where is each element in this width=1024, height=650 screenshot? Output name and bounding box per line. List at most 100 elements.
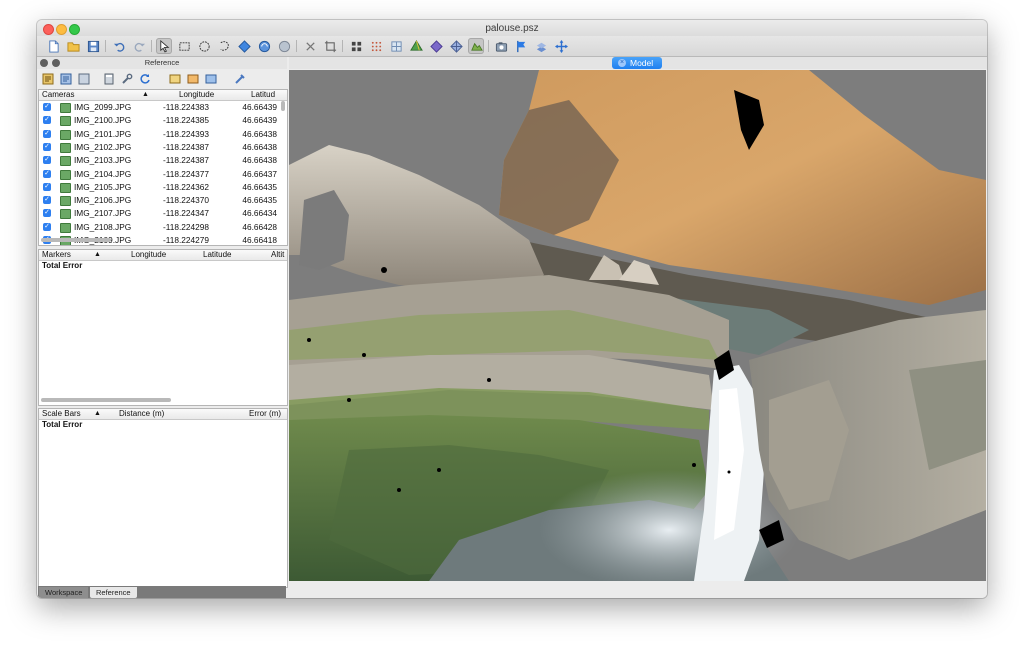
camera-longitude: -118.224387 xyxy=(163,155,209,166)
table-row[interactable]: ✓ IMG_2101.JPG -118.224393 46.66438 xyxy=(39,128,279,141)
dense-cloud-icon[interactable] xyxy=(388,38,404,54)
camera-latitude: 46.66437 xyxy=(242,168,277,179)
camera-enabled-checkbox[interactable]: ✓ xyxy=(43,129,51,138)
status-bar xyxy=(289,581,987,598)
table-row[interactable]: ✓ IMG_2107.JPG -118.224347 46.66434 xyxy=(39,207,279,220)
camera-enabled-checkbox[interactable]: ✓ xyxy=(43,103,51,111)
float-pane-icon[interactable] xyxy=(52,59,60,67)
update-icon[interactable] xyxy=(138,72,152,86)
navigation-cursor-icon[interactable] xyxy=(156,38,172,54)
undo-icon[interactable] xyxy=(111,38,127,54)
point-cloud-icon[interactable] xyxy=(368,38,384,54)
tab-workspace[interactable]: Workspace xyxy=(39,587,89,598)
col-longitude[interactable]: Longitude xyxy=(179,90,214,100)
rotate-object-icon[interactable] xyxy=(256,38,272,54)
col-scale-bars[interactable]: Scale Bars xyxy=(42,409,81,419)
table-row[interactable]: ✓ IMG_2100.JPG -118.224385 46.66439 xyxy=(39,114,279,127)
camera-icon xyxy=(60,156,71,167)
camera-enabled-checkbox[interactable]: ✓ xyxy=(43,209,51,218)
wrench-icon[interactable] xyxy=(120,72,134,86)
camera-enabled-checkbox[interactable]: ✓ xyxy=(43,156,51,165)
table-row[interactable]: ✓ IMG_2108.JPG -118.224298 46.66428 xyxy=(39,221,279,234)
circle-selection-icon[interactable] xyxy=(196,38,212,54)
camera-enabled-checkbox[interactable]: ✓ xyxy=(43,116,51,125)
camera-icon xyxy=(60,116,71,127)
camera-longitude: -118.224377 xyxy=(163,168,209,179)
sort-ascending-icon: ▲ xyxy=(94,410,101,417)
rectangle-selection-icon[interactable] xyxy=(176,38,192,54)
sort-ascending-icon: ▲ xyxy=(94,251,101,258)
camera-enabled-checkbox[interactable]: ✓ xyxy=(43,222,51,231)
cameras-vertical-scrollbar[interactable] xyxy=(281,101,285,111)
capture-view-icon[interactable] xyxy=(493,38,509,54)
table-row[interactable]: ✓ IMG_2099.JPG -118.224383 46.66439 xyxy=(39,101,279,114)
table-row[interactable]: ✓ IMG_2102.JPG -118.224387 46.66438 xyxy=(39,141,279,154)
camera-longitude: -118.224387 xyxy=(163,141,209,152)
reset-view-icon[interactable] xyxy=(553,38,569,54)
table-row[interactable]: ✓ IMG_2106.JPG -118.224370 46.66435 xyxy=(39,194,279,207)
reference-pane-header: Reference xyxy=(37,57,287,69)
col-error[interactable]: Error (m) xyxy=(249,409,281,419)
col-marker-altitude[interactable]: Altit xyxy=(271,250,284,260)
camera-enabled-checkbox[interactable]: ✓ xyxy=(43,196,51,205)
close-tab-icon[interactable]: × xyxy=(618,59,626,67)
save-icon[interactable] xyxy=(85,38,101,54)
col-latitude[interactable]: Latitud xyxy=(251,90,275,100)
table-row[interactable]: ✓ IMG_2105.JPG -118.224362 46.66435 xyxy=(39,181,279,194)
col-cameras[interactable]: Cameras xyxy=(42,90,74,100)
col-distance[interactable]: Distance (m) xyxy=(119,409,164,419)
camera-latitude: 46.66428 xyxy=(242,221,277,232)
close-window-button[interactable] xyxy=(43,24,54,35)
camera-enabled-checkbox[interactable]: ✓ xyxy=(43,142,51,151)
settings-icon[interactable] xyxy=(233,72,247,86)
camera-name: IMG_2107.JPG xyxy=(74,208,132,219)
view-variance-icon[interactable] xyxy=(204,72,218,86)
camera-latitude: 46.66438 xyxy=(242,141,277,152)
model-wireframe-icon[interactable] xyxy=(448,38,464,54)
reference-pane-title: Reference xyxy=(144,58,180,67)
export-reference-icon[interactable] xyxy=(59,72,73,86)
tab-model[interactable]: × Model xyxy=(612,57,662,69)
free-form-selection-icon[interactable] xyxy=(216,38,232,54)
model-solid-icon[interactable] xyxy=(408,38,424,54)
col-marker-latitude[interactable]: Latitude xyxy=(203,250,231,260)
delete-selection-icon[interactable] xyxy=(302,38,318,54)
model-tab-label: Model xyxy=(630,58,654,68)
camera-latitude: 46.66434 xyxy=(242,208,277,219)
show-region-icon[interactable] xyxy=(533,38,549,54)
crop-selection-icon[interactable] xyxy=(322,38,338,54)
col-markers[interactable]: Markers xyxy=(42,250,71,260)
pane-tabs: Workspace Reference xyxy=(38,586,286,598)
camera-enabled-checkbox[interactable]: ✓ xyxy=(43,169,51,178)
open-folder-icon[interactable] xyxy=(65,38,81,54)
view-errors-icon[interactable] xyxy=(186,72,200,86)
camera-latitude: 46.66438 xyxy=(242,155,277,166)
model-textured-icon[interactable] xyxy=(468,38,484,54)
new-document-icon[interactable] xyxy=(45,38,61,54)
col-marker-longitude[interactable]: Longitude xyxy=(131,250,166,260)
close-pane-icon[interactable] xyxy=(40,59,48,67)
minimize-window-button[interactable] xyxy=(56,24,67,35)
scale-object-icon[interactable] xyxy=(276,38,292,54)
view-source-icon[interactable] xyxy=(168,72,182,86)
markers-flag-icon[interactable] xyxy=(513,38,529,54)
cameras-horizontal-scrollbar[interactable] xyxy=(41,238,111,242)
calculator-icon[interactable] xyxy=(102,72,116,86)
table-row[interactable]: ✓ IMG_2104.JPG -118.224377 46.66437 xyxy=(39,168,279,181)
redo-icon[interactable] xyxy=(131,38,147,54)
import-reference-icon[interactable] xyxy=(41,72,55,86)
app-window: palouse.psz Reference Cameras ▲ Longitud… xyxy=(37,20,987,598)
clear-reference-icon[interactable] xyxy=(77,72,91,86)
camera-latitude: 46.66439 xyxy=(242,102,277,112)
camera-latitude: 46.66438 xyxy=(242,128,277,139)
tab-reference[interactable]: Reference xyxy=(90,587,137,598)
camera-name: IMG_2103.JPG xyxy=(74,155,132,166)
markers-horizontal-scrollbar[interactable] xyxy=(41,398,171,402)
zoom-window-button[interactable] xyxy=(69,24,80,35)
model-viewport[interactable] xyxy=(289,70,986,581)
show-cameras-icon[interactable] xyxy=(348,38,364,54)
model-shaded-icon[interactable] xyxy=(428,38,444,54)
camera-enabled-checkbox[interactable]: ✓ xyxy=(43,182,51,191)
table-row[interactable]: ✓ IMG_2103.JPG -118.224387 46.66438 xyxy=(39,154,279,167)
move-object-icon[interactable] xyxy=(236,38,252,54)
